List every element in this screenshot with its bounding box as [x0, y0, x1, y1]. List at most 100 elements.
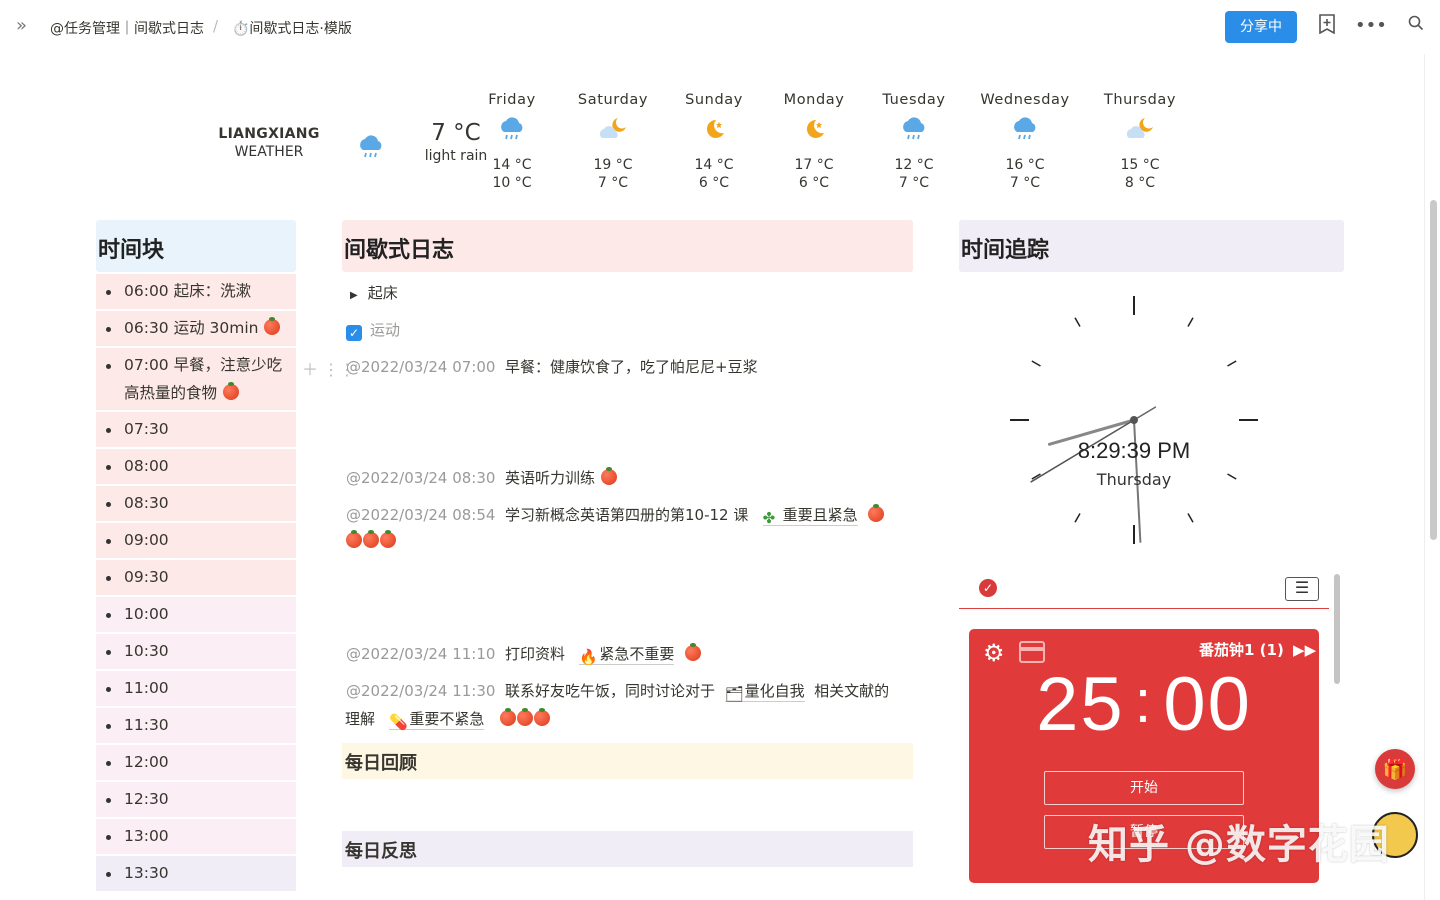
analog-clock: 8:29:39 PM Thursday	[1004, 290, 1264, 550]
timeblock-item[interactable]: 10:30	[96, 634, 296, 669]
timeblock-item[interactable]: 07:00 早餐，注意少吃高热量的食物	[96, 348, 296, 410]
log-entry: @2022/03/24 07:00 早餐：健康饮食了，吃了帕尼尼+豆浆	[346, 358, 758, 376]
watermark: 知乎 @数字花园	[1088, 822, 1390, 868]
rain-cloud-icon	[356, 134, 386, 166]
tomato-icon	[222, 382, 239, 400]
timeblock-item[interactable]: 13:30	[96, 856, 296, 891]
weather-location: LIANGXIANG WEATHER	[218, 126, 320, 160]
tomato-icon	[264, 317, 281, 335]
timeblock-item[interactable]: 06:30 运动 30min	[96, 311, 296, 346]
link-quantified-self[interactable]: 🗂量化自我	[724, 682, 805, 703]
day-name: Friday	[488, 92, 536, 108]
breadcrumb-workspace[interactable]: @任务管理｜间歇式日志	[50, 18, 204, 38]
tomato-icon	[499, 708, 516, 726]
timeblock-item[interactable]: 12:30	[96, 782, 296, 817]
day-name: Monday	[783, 92, 845, 108]
weather-widget: LIANGXIANG WEATHER 7 °C light rain Frida…	[200, 82, 1260, 202]
clock-day: Thursday	[1096, 470, 1172, 489]
tag-important-not-urgent[interactable]: 💊重要不紧急	[389, 710, 485, 731]
clock-center	[1130, 416, 1138, 424]
timeblock-text: 08:00	[124, 457, 169, 475]
clock-tick	[1074, 513, 1081, 523]
timestamp[interactable]: @2022/03/24 08:30	[346, 469, 495, 487]
card-icon[interactable]	[1019, 641, 1045, 663]
tracker-header: 时间追踪	[959, 220, 1344, 272]
partly-cloudy-night-icon	[1085, 116, 1195, 156]
top-bar: » @任务管理｜间歇式日志 / ⏱️间歇式日志·模版 分享中 •••	[0, 0, 1440, 54]
forecast-day: Sunday 14 °C 6 °C	[659, 92, 769, 192]
tomato-icon	[380, 530, 396, 548]
timeblock-text: 07:00 早餐，注意少吃高热量的食物	[124, 356, 283, 402]
gift-icon[interactable]: 🎁	[1375, 749, 1415, 789]
timestamp[interactable]: @2022/03/24 08:54	[346, 506, 495, 524]
moon-icon	[659, 116, 769, 156]
timeblock-item[interactable]: 07:30	[96, 412, 296, 447]
add-page-icon[interactable]	[1315, 14, 1339, 38]
timestamp[interactable]: @2022/03/24 07:00	[346, 358, 495, 376]
timeblock-item[interactable]: 08:30	[96, 486, 296, 521]
tag-important-urgent[interactable]: ✤ 重要且紧急	[762, 506, 858, 527]
timeblock-item[interactable]: 09:30	[96, 560, 296, 595]
log-entry: @2022/03/24 11:30 联系好友吃午饭，同时讨论对于 🗂量化自我 相…	[346, 682, 890, 703]
share-button[interactable]: 分享中	[1225, 11, 1297, 43]
day-name: Thursday	[1103, 92, 1177, 108]
toggle-block[interactable]: ▶ 起床	[350, 282, 398, 303]
day-name: Sunday	[685, 92, 743, 108]
timestamp[interactable]: @2022/03/24 11:10	[346, 645, 495, 663]
clock-tick	[1187, 513, 1194, 523]
timeblock-item[interactable]: 09:00	[96, 523, 296, 558]
day-name: Wednesday	[980, 92, 1070, 108]
todo-item[interactable]: ✓ 运动	[346, 319, 400, 341]
high-temp: 19 °C	[593, 157, 633, 173]
page-scrollbar[interactable]	[1424, 54, 1440, 900]
search-icon[interactable]	[1404, 14, 1428, 38]
partly-cloudy-night-icon	[558, 116, 668, 156]
high-temp: 12 °C	[894, 157, 934, 173]
checkbox-checked-icon[interactable]: ✓	[346, 325, 362, 341]
timeblock-item[interactable]: 08:00	[96, 449, 296, 484]
toggle-arrow-icon[interactable]: ▶	[350, 290, 358, 301]
low-temp: 10 °C	[492, 175, 532, 191]
tomato-icon	[600, 467, 617, 485]
timeblock-text: 06:00 起床：洗漱	[124, 282, 252, 300]
low-temp: 6 °C	[698, 175, 730, 191]
daily-review-header: 每日回顾	[342, 743, 913, 779]
rain-cloud-icon	[859, 116, 969, 156]
moon-icon	[759, 116, 869, 156]
timeblock-text: 09:00	[124, 531, 169, 549]
timestamp[interactable]: @2022/03/24 11:30	[346, 682, 495, 700]
expand-sidebar-icon[interactable]: »	[16, 17, 36, 37]
breadcrumb-separator: /	[213, 17, 219, 35]
fast-forward-icon[interactable]: ▶▶	[1293, 641, 1316, 659]
timeblock-text: 06:30 运动 30min	[124, 319, 259, 337]
timeblock-item[interactable]: 11:00	[96, 671, 296, 706]
clock-tick	[1074, 317, 1081, 327]
timeblock-item[interactable]: 10:00	[96, 597, 296, 632]
tomato-icon	[868, 504, 885, 522]
timeblock-item[interactable]: 11:30	[96, 708, 296, 743]
tomato-icon	[684, 643, 701, 661]
timeblock-item[interactable]: 12:00	[96, 745, 296, 780]
timeblock-item[interactable]: 13:00	[96, 819, 296, 854]
more-options-icon[interactable]: •••	[1355, 14, 1387, 38]
check-circle-icon[interactable]: ✓	[979, 579, 997, 597]
rain-cloud-icon	[457, 116, 567, 156]
log-entry: @2022/03/24 11:10 打印资料 🔥紧急不重要	[346, 643, 701, 666]
timeblock-text: 12:00	[124, 753, 169, 771]
high-temp: 17 °C	[794, 157, 834, 173]
menu-icon[interactable]: ☰	[1285, 577, 1319, 601]
forecast-day: Thursday 15 °C 8 °C	[1085, 92, 1195, 192]
tag-urgent-not-important[interactable]: 🔥紧急不重要	[579, 645, 675, 666]
pomodoro-countdown: 25:00	[1036, 662, 1252, 747]
start-button[interactable]: 开始	[1044, 771, 1244, 805]
low-temp: 7 °C	[898, 175, 930, 191]
log-entry: @2022/03/24 08:30 英语听力训练	[346, 467, 617, 488]
timeblock-item[interactable]: 06:00 起床：洗漱	[96, 274, 296, 309]
low-temp: 7 °C	[597, 175, 629, 191]
breadcrumb-page[interactable]: ⏱️间歇式日志·模版	[232, 18, 352, 38]
tomato-icon	[516, 708, 533, 726]
pomodoro-title[interactable]: 番茄钟1 (1) ▶▶	[1199, 639, 1316, 660]
day-name: Saturday	[577, 92, 649, 108]
timeblock-text: 11:00	[124, 679, 169, 697]
timeblock-header: 时间块	[96, 220, 296, 272]
